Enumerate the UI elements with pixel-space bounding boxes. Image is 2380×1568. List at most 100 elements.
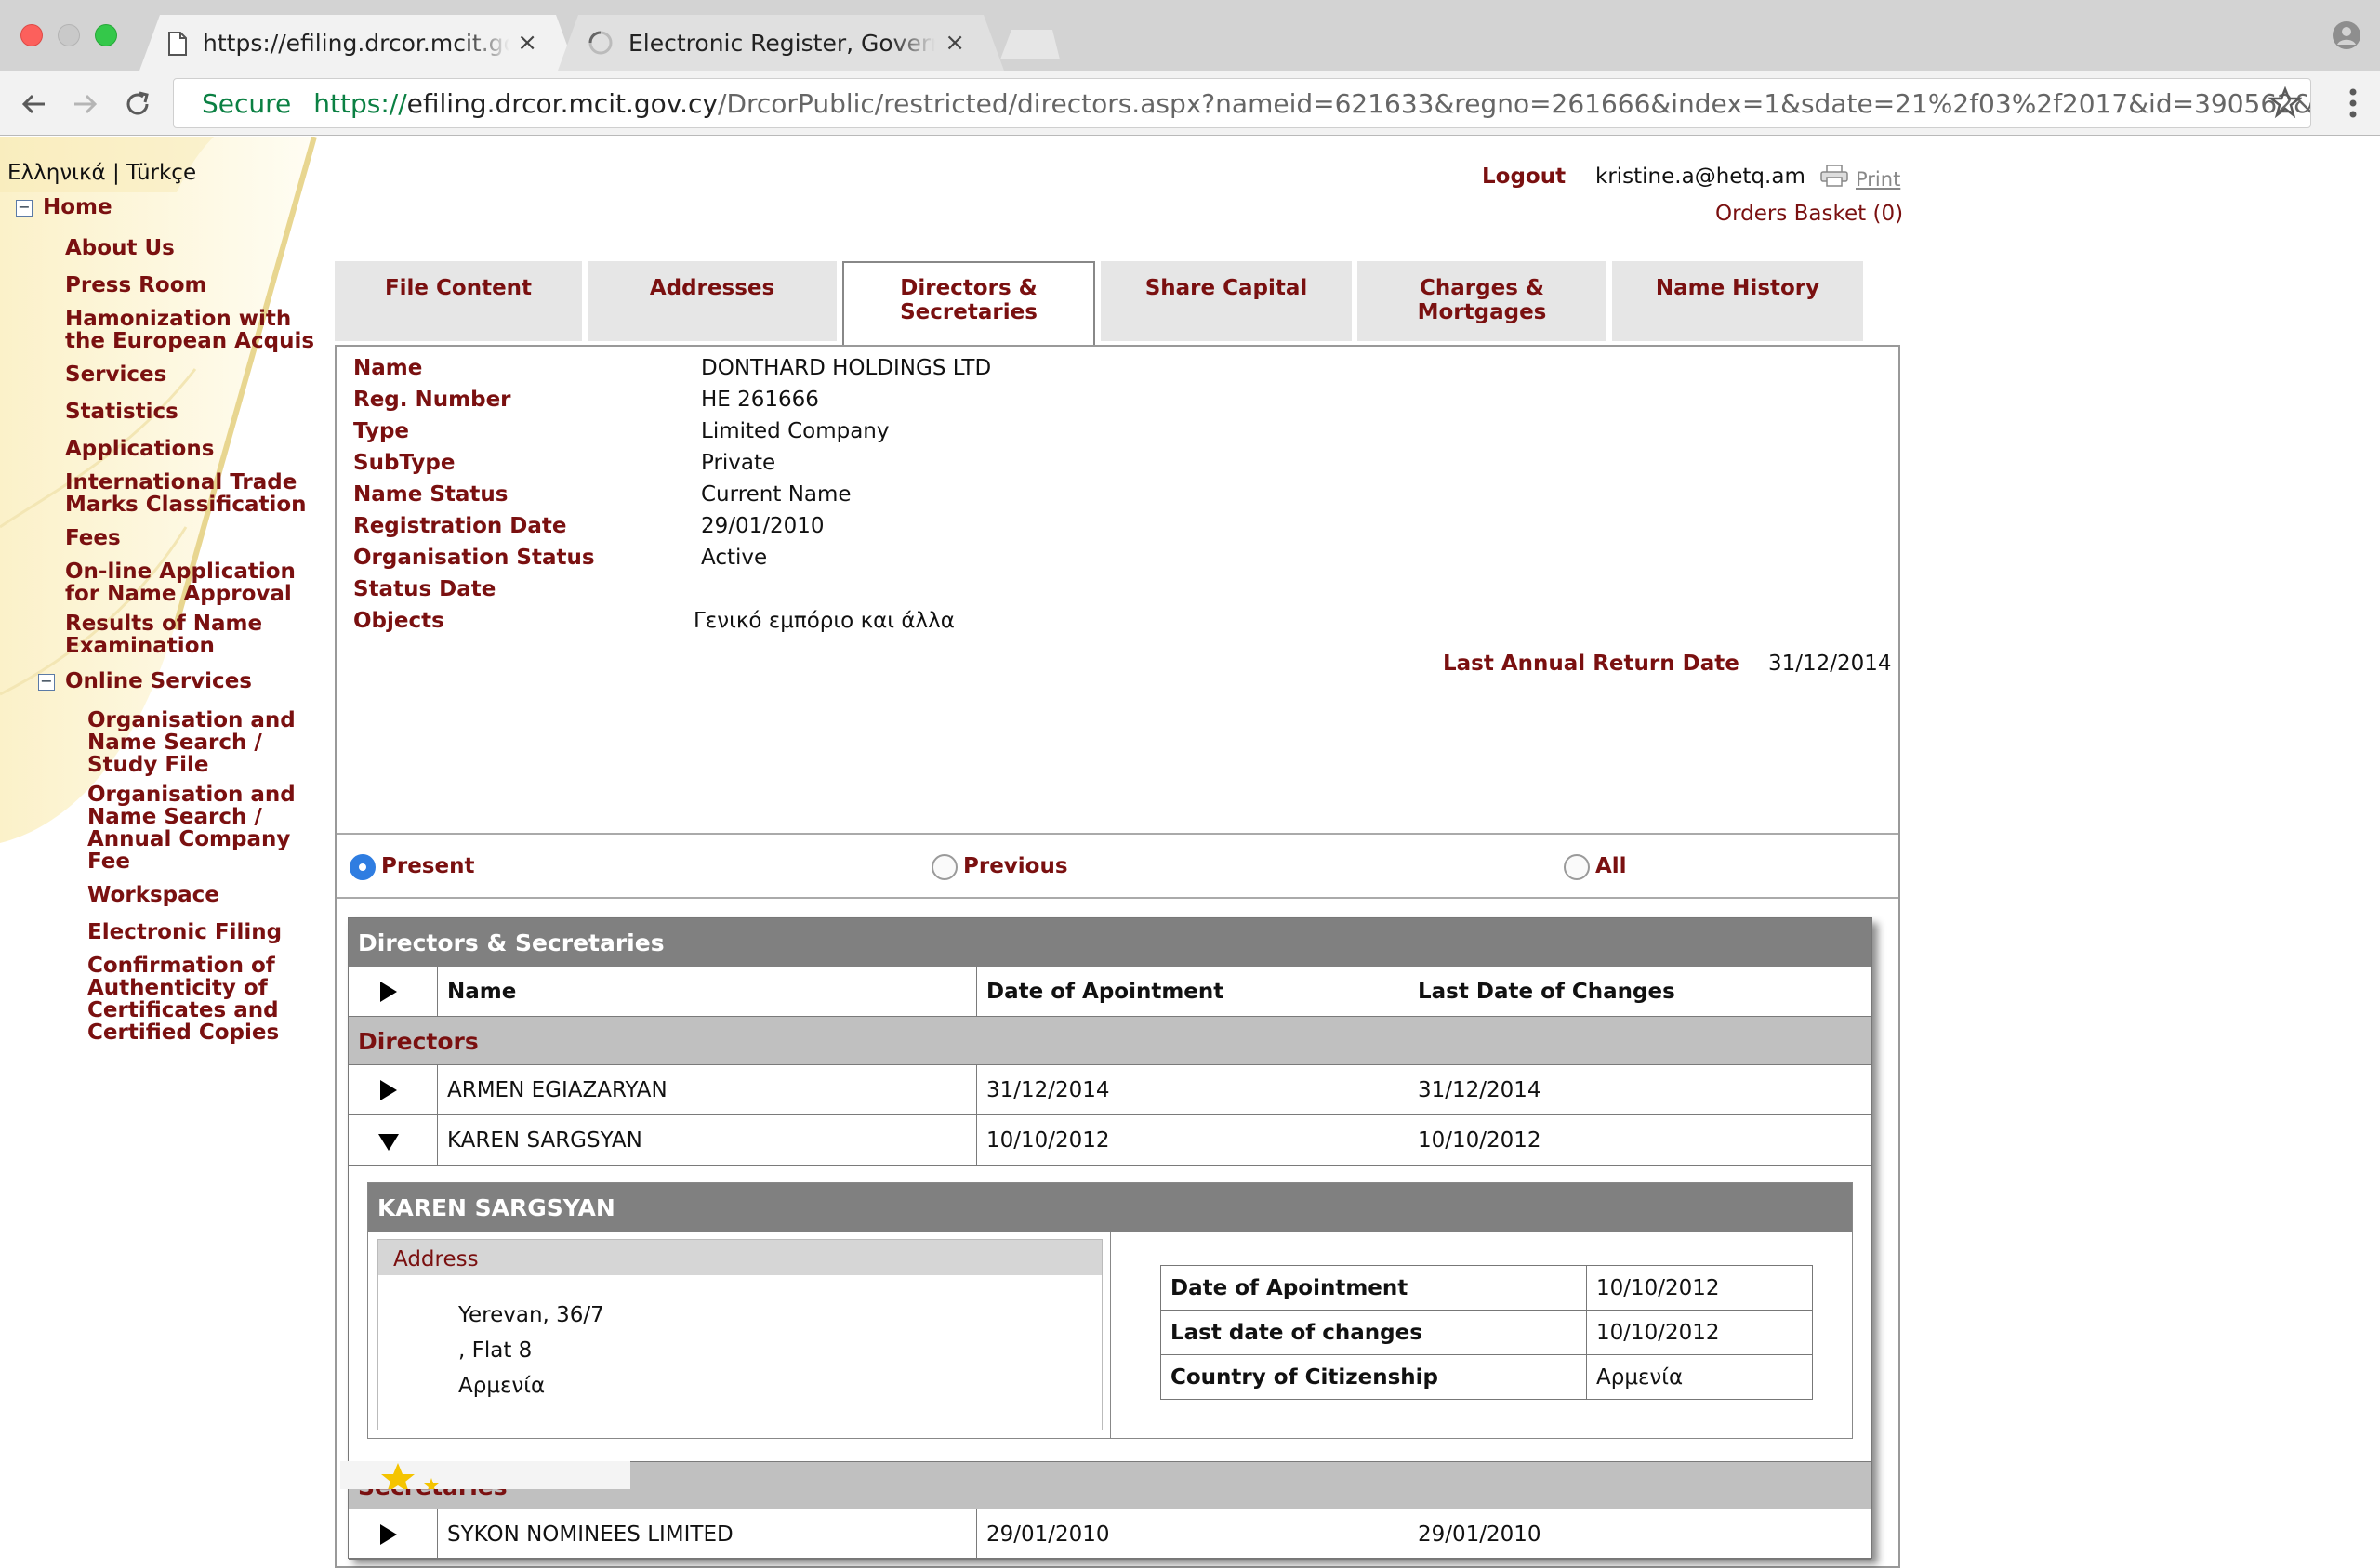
secure-label: Secure <box>202 87 292 119</box>
nav-workspace[interactable]: Workspace <box>87 884 366 906</box>
radio-unselected-icon[interactable] <box>932 854 958 880</box>
minimize-window-button[interactable] <box>58 24 80 46</box>
greek-language-link[interactable]: Ελληνικά <box>7 161 106 185</box>
address-heading: Address <box>378 1240 1102 1275</box>
collapse-online-services-icon[interactable]: − <box>38 674 55 691</box>
table-row[interactable]: SYKON NOMINEES LIMITED 29/01/2010 29/01/… <box>349 1509 1871 1560</box>
detail-key: Last date of changes <box>1160 1310 1587 1355</box>
collapse-arrow-icon[interactable] <box>378 1134 399 1151</box>
table-row[interactable]: KAREN SARGSYAN 10/10/2012 10/10/2012 <box>349 1115 1871 1166</box>
reload-icon[interactable] <box>121 87 154 121</box>
expand-arrow-icon[interactable] <box>380 1080 397 1100</box>
maximize-window-button[interactable] <box>95 24 117 46</box>
back-arrow-icon[interactable] <box>17 87 50 121</box>
collapse-home-icon[interactable]: − <box>16 200 33 217</box>
last-annual-return-value: 31/12/2014 <box>1768 652 1892 676</box>
nav-electronic-filing[interactable]: Electronic Filing <box>87 921 366 943</box>
nav-name-exam-results[interactable]: Results of Name Examination <box>65 613 316 657</box>
radio-selected-icon[interactable] <box>350 854 376 880</box>
nav-home[interactable]: Home <box>43 196 322 218</box>
expand-arrow-icon[interactable] <box>380 1524 397 1545</box>
column-header-appointment[interactable]: Date of Apointment <box>977 967 1408 1017</box>
tab-charges-mortgages[interactable]: Charges & Mortgages <box>1357 261 1606 341</box>
profile-icon[interactable] <box>2332 20 2361 50</box>
company-details-panel: Name DONTHARD HOLDINGS LTD Reg. Number H… <box>335 345 1900 1568</box>
column-header-last-changes[interactable]: Last Date of Changes <box>1408 967 1871 1017</box>
detail-value: Αρμενία <box>1586 1354 1813 1400</box>
detail-key: Date of Apointment <box>1160 1265 1587 1311</box>
filter-present-label: Present <box>381 854 475 878</box>
nav-services[interactable]: Services <box>65 363 344 386</box>
table-row[interactable]: ARMEN EGIAZARYAN 31/12/2014 31/12/2014 <box>349 1065 1871 1115</box>
orders-basket-link[interactable]: Orders Basket (0) <box>1715 202 1903 226</box>
tab-name-history[interactable]: Name History <box>1612 261 1863 341</box>
reg-number-value: HE 261666 <box>701 388 819 412</box>
nav-trade-marks[interactable]: International Trade Marks Classification <box>65 471 316 516</box>
bookmark-star-icon[interactable] <box>2268 86 2302 119</box>
table-row: Last date of changes 10/10/2012 <box>1160 1310 1813 1355</box>
column-header-name[interactable]: Name <box>438 967 977 1017</box>
address-box: Address Yerevan, 36/7 , Flat 8 Αρμενία <box>377 1239 1103 1430</box>
nav-confirmation-authenticity[interactable]: Confirmation of Authenticity of Certific… <box>87 955 311 1044</box>
nav-org-search-fee[interactable]: Organisation and Name Search / Annual Co… <box>87 784 311 873</box>
tab-share-capital[interactable]: Share Capital <box>1101 261 1352 341</box>
expand-cell[interactable] <box>349 1065 438 1115</box>
nav-harmonization[interactable]: Hamonization with the European Acquis <box>65 308 335 352</box>
objects-value: Γενικό εμπόριο και άλλα <box>694 609 955 633</box>
expand-cell[interactable] <box>349 1509 438 1560</box>
detail-divider <box>1110 1232 1111 1438</box>
status-date-label: Status Date <box>353 577 496 601</box>
address-bar[interactable]: Secure https:// efiling.drcor.mcit.gov.c… <box>173 78 2311 128</box>
subtype-value: Private <box>701 451 776 475</box>
footer-logo-strip <box>340 1461 630 1489</box>
nav-fees[interactable]: Fees <box>65 527 344 549</box>
nav-online-name-approval[interactable]: On-line Application for Name Approval <box>65 560 335 605</box>
printer-icon[interactable] <box>1820 165 1848 187</box>
tab-addresses[interactable]: Addresses <box>588 261 837 341</box>
nav-online-services[interactable]: Online Services <box>65 670 344 692</box>
expand-arrow-icon[interactable] <box>380 982 397 1002</box>
radio-unselected-icon[interactable] <box>1564 854 1590 880</box>
loading-spinner-icon <box>588 30 614 56</box>
secretary-name: SYKON NOMINEES LIMITED <box>438 1509 977 1560</box>
table-row: Country of Citizenship Αρμενία <box>1160 1354 1813 1400</box>
director-info-table: Date of Apointment 10/10/2012 Last date … <box>1160 1265 1813 1400</box>
table-row: Date of Apointment 10/10/2012 <box>1160 1265 1813 1311</box>
page-icon <box>167 32 188 56</box>
last-annual-return-label: Last Annual Return Date <box>1443 652 1739 676</box>
browser-tab-inactive[interactable]: Electronic Register, Government × <box>558 15 1004 71</box>
director-changed: 31/12/2014 <box>1418 1078 1541 1102</box>
nav-about-us[interactable]: About Us <box>65 237 344 259</box>
collapse-cell[interactable] <box>349 1115 438 1166</box>
browser-menu-icon[interactable] <box>2348 87 2358 119</box>
filter-all-label: All <box>1595 854 1627 878</box>
registration-date-label: Registration Date <box>353 514 567 538</box>
turkish-language-link[interactable]: Türkçe <box>126 161 196 185</box>
print-link[interactable]: Print <box>1856 168 1900 191</box>
nav-org-search-study[interactable]: Organisation and Name Search / Study Fil… <box>87 709 311 776</box>
close-window-button[interactable] <box>20 24 43 46</box>
company-name-value: DONTHARD HOLDINGS LTD <box>701 356 992 380</box>
logout-link[interactable]: Logout <box>1482 165 1566 189</box>
expand-all-cell[interactable] <box>349 967 438 1017</box>
tab-directors-secretaries[interactable]: Directors & Secretaries <box>842 261 1095 345</box>
nav-statistics[interactable]: Statistics <box>65 401 344 423</box>
tab-close-icon[interactable]: × <box>945 29 965 57</box>
language-separator: | <box>112 161 120 185</box>
divider <box>337 897 1898 899</box>
forward-arrow-icon[interactable] <box>69 87 102 121</box>
browser-tab-bar: https://efiling.drcor.mcit.gov.cy × Elec… <box>0 0 2380 71</box>
director-appointed: 31/12/2014 <box>977 1065 1408 1115</box>
tab-file-content[interactable]: File Content <box>335 261 582 341</box>
director-appointed: 10/10/2012 <box>977 1115 1408 1166</box>
tab-close-icon[interactable]: × <box>517 29 537 57</box>
director-name: KAREN SARGSYAN <box>438 1115 977 1166</box>
detail-value: 10/10/2012 <box>1586 1265 1813 1311</box>
new-tab-button[interactable] <box>1000 30 1060 59</box>
nav-applications[interactable]: Applications <box>65 438 344 460</box>
nav-press-room[interactable]: Press Room <box>65 274 344 296</box>
address-line: Αρμενία <box>458 1374 546 1398</box>
director-changed: 10/10/2012 <box>1418 1128 1541 1153</box>
browser-tab-active[interactable]: https://efiling.drcor.mcit.gov.cy × <box>139 15 576 71</box>
detail-value: 10/10/2012 <box>1586 1310 1813 1355</box>
